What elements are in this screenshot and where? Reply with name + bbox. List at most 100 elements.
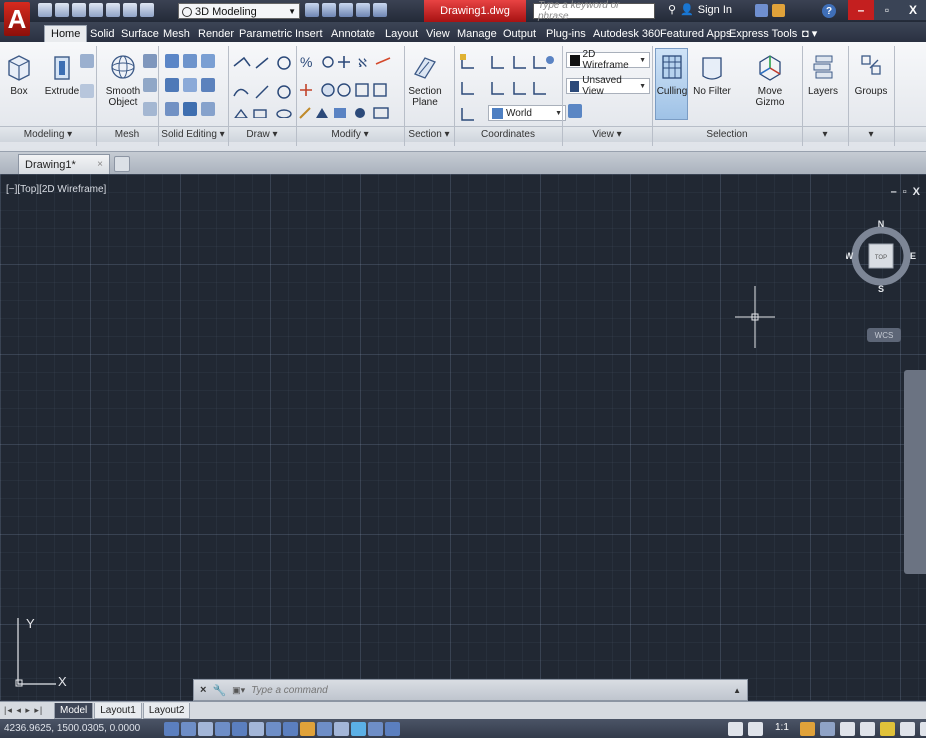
- panel-groups[interactable]: ▾: [848, 127, 894, 141]
- panel-section[interactable]: Section ▾: [404, 127, 454, 141]
- restore-button[interactable]: ▫: [874, 0, 900, 20]
- annotation-visibility-icon[interactable]: [800, 722, 815, 736]
- infer-constraints-icon[interactable]: [164, 721, 179, 736]
- stay-connected-icon[interactable]: [772, 4, 785, 17]
- snap-mode-icon[interactable]: [181, 721, 196, 736]
- workspace-dropdown[interactable]: 3D Modeling ▼: [178, 3, 300, 19]
- viewport-minimize-button[interactable]: –: [891, 186, 897, 198]
- selection-cycling-icon[interactable]: [385, 721, 400, 736]
- minimize-button[interactable]: –: [848, 0, 874, 20]
- slice-icon[interactable]: [165, 78, 179, 92]
- navigation-bar[interactable]: [904, 370, 926, 574]
- drawing-canvas[interactable]: [−][Top][2D Wireframe] – ▫ X TOP N S E W…: [0, 174, 926, 700]
- panel-modeling[interactable]: Modeling ▾: [0, 127, 96, 141]
- presspull-icon[interactable]: [80, 54, 94, 68]
- object-snap-icon[interactable]: [249, 721, 264, 736]
- no-filter-button[interactable]: No Filter: [692, 52, 732, 97]
- tab-surface[interactable]: Surface: [119, 25, 161, 42]
- application-menu-button[interactable]: A: [4, 2, 30, 36]
- tab-solid[interactable]: Solid: [88, 25, 116, 42]
- panel-selection[interactable]: Selection: [652, 127, 802, 141]
- print-icon[interactable]: [106, 3, 120, 17]
- ribbon-toggle-icon[interactable]: ◘ ▾: [800, 25, 819, 42]
- section-plane-button[interactable]: Section Plane: [404, 52, 446, 108]
- share-icon[interactable]: [373, 3, 387, 17]
- viewport-close-button[interactable]: X: [913, 186, 920, 198]
- imprint-icon[interactable]: [201, 78, 215, 92]
- close-icon[interactable]: ×: [97, 159, 103, 170]
- wrench-icon[interactable]: 🔧: [212, 684, 226, 697]
- panel-coordinates[interactable]: Coordinates: [454, 127, 562, 141]
- layer-icon[interactable]: [356, 3, 370, 17]
- properties-icon[interactable]: [305, 3, 319, 17]
- object-snap-tracking-icon[interactable]: [283, 721, 298, 736]
- file-tab-drawing1[interactable]: Drawing1* ×: [18, 154, 110, 174]
- union-icon[interactable]: [165, 54, 179, 68]
- extrude-button[interactable]: Extrude: [42, 52, 82, 97]
- transparency-icon[interactable]: [351, 721, 366, 736]
- tab-model[interactable]: Model: [54, 702, 94, 719]
- fillet-edge-icon[interactable]: [201, 102, 215, 116]
- hardware-acceleration-icon[interactable]: [900, 722, 915, 736]
- tab-express-tools[interactable]: Express Tools: [727, 25, 799, 42]
- tab-home[interactable]: Home: [44, 25, 88, 42]
- help-icon[interactable]: ?: [822, 4, 836, 18]
- coordinate-readout[interactable]: 4236.9625, 1500.0305, 0.0000: [4, 723, 164, 734]
- subtract-icon[interactable]: [183, 54, 197, 68]
- layout-nav-arrows[interactable]: |◂ ◂ ▸ ▸|: [4, 705, 54, 716]
- recent-commands-icon[interactable]: ▣▾: [232, 685, 245, 696]
- chevron-up-icon[interactable]: ▲: [733, 686, 741, 695]
- lock-icon[interactable]: [860, 722, 875, 736]
- groups-button[interactable]: Groups: [852, 52, 890, 97]
- save-as-icon[interactable]: [89, 3, 103, 17]
- ortho-mode-icon[interactable]: [215, 721, 230, 736]
- tab-layout1[interactable]: Layout1: [94, 702, 142, 719]
- tab-output[interactable]: Output: [501, 25, 538, 42]
- viewcube[interactable]: TOP N S E W: [846, 220, 916, 310]
- shell-icon[interactable]: [183, 102, 197, 116]
- workspace-switching-icon[interactable]: [840, 722, 855, 736]
- model-space-icon[interactable]: [728, 722, 743, 736]
- tab-view[interactable]: View: [424, 25, 452, 42]
- mesh-icon[interactable]: [143, 102, 157, 116]
- match-properties-icon[interactable]: [322, 3, 336, 17]
- intersect-icon[interactable]: [201, 54, 215, 68]
- tab-plug-ins[interactable]: Plug-ins: [544, 25, 588, 42]
- tab-layout2[interactable]: Layout2: [142, 702, 191, 719]
- ucs-dropdown[interactable]: World ▼: [488, 105, 566, 121]
- move-gizmo-button[interactable]: Move Gizmo: [742, 52, 798, 108]
- smooth-object-button[interactable]: Smooth Object: [103, 52, 143, 108]
- panel-solid-editing[interactable]: Solid Editing ▾: [158, 127, 228, 141]
- thicken-icon[interactable]: [183, 78, 197, 92]
- dynamic-input-icon[interactable]: [317, 721, 332, 736]
- open-icon[interactable]: [55, 3, 69, 17]
- undo-icon[interactable]: [123, 3, 137, 17]
- tab-mesh[interactable]: Mesh: [161, 25, 192, 42]
- tab-autodesk-360[interactable]: Autodesk 360: [591, 25, 662, 42]
- dynamic-ucs-icon[interactable]: [300, 721, 315, 736]
- save-icon[interactable]: [72, 3, 86, 17]
- panel-layers[interactable]: ▾: [802, 127, 848, 141]
- lineweight-icon[interactable]: [334, 721, 349, 736]
- visual-style-dropdown[interactable]: 2D Wireframe ▼: [566, 49, 650, 71]
- command-line-close-icon[interactable]: ×: [200, 684, 206, 696]
- draw-tools-icon[interactable]: [232, 54, 294, 118]
- isolate-objects-icon[interactable]: [880, 722, 895, 736]
- wcs-menu[interactable]: WCS: [867, 328, 901, 342]
- mesh-icon[interactable]: [143, 78, 157, 92]
- mesh-icon[interactable]: [143, 54, 157, 68]
- tab-insert[interactable]: Insert: [293, 25, 325, 42]
- named-view-dropdown[interactable]: Unsaved View ▼: [566, 75, 650, 97]
- tab-render[interactable]: Render: [196, 25, 236, 42]
- culling-button[interactable]: Culling: [656, 52, 688, 97]
- box-button[interactable]: Box: [5, 52, 33, 97]
- viewport-restore-button[interactable]: ▫: [903, 186, 907, 198]
- tab-parametric[interactable]: Parametric: [237, 25, 294, 42]
- tab-featured-apps[interactable]: Featured Apps: [658, 25, 734, 42]
- search-input[interactable]: Type a keyword or phrase: [533, 0, 655, 22]
- panel-mesh[interactable]: Mesh: [96, 127, 158, 141]
- sweep-icon[interactable]: [80, 84, 94, 98]
- panel-view[interactable]: View ▾: [562, 127, 652, 141]
- annotation-scale[interactable]: 1:1: [775, 722, 789, 733]
- tab-layout[interactable]: Layout: [383, 25, 420, 42]
